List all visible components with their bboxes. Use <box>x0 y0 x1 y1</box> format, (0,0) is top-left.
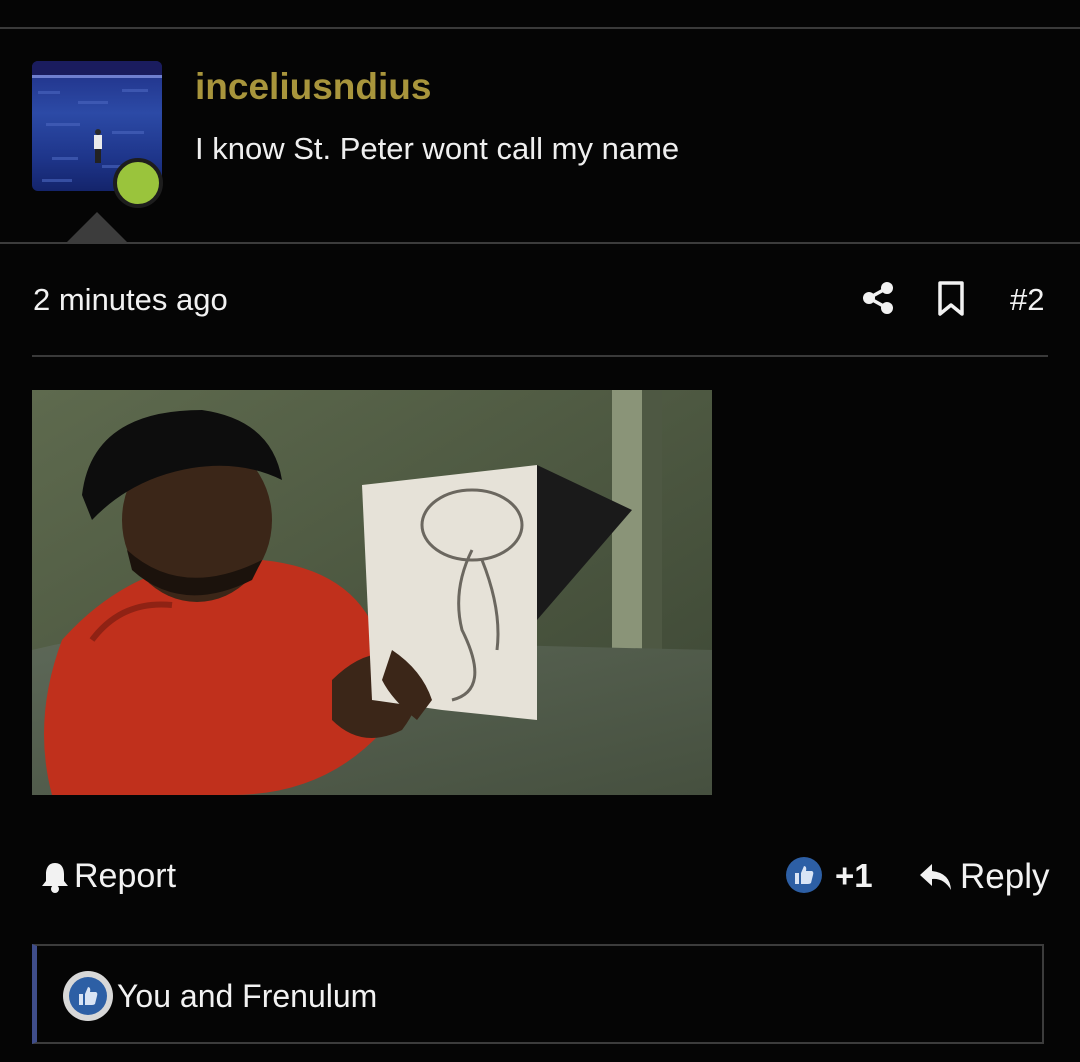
post-timestamp[interactable]: 2 minutes ago <box>33 282 228 318</box>
divider <box>0 27 1080 29</box>
reply-button[interactable]: Reply <box>918 857 1049 897</box>
reactions-summary-text[interactable]: You and Frenulum <box>117 978 377 1015</box>
divider <box>0 242 1080 244</box>
post-number-link[interactable]: #2 <box>1010 282 1044 318</box>
post-image-illustration <box>32 390 712 795</box>
reaction-count[interactable]: +1 <box>835 857 873 895</box>
forum-post: inceliusndius I know St. Peter wont call… <box>0 0 1080 1062</box>
user-title: I know St. Peter wont call my name <box>195 131 680 166</box>
report-button[interactable]: Report <box>40 857 176 896</box>
share-icon[interactable] <box>860 280 896 316</box>
avatar-pointer <box>65 212 129 244</box>
bell-icon <box>42 862 68 893</box>
thumbs-up-icon[interactable] <box>786 857 822 893</box>
report-label: Report <box>74 857 177 895</box>
reactions-summary-bar[interactable]: You and Frenulum <box>32 944 1044 1044</box>
online-status-indicator <box>113 158 163 208</box>
bookmark-icon[interactable] <box>936 280 966 318</box>
post-image[interactable] <box>32 390 712 795</box>
reply-label: Reply <box>960 857 1050 896</box>
divider <box>32 355 1048 357</box>
thumbs-up-icon <box>69 977 107 1015</box>
reaction-badge <box>63 971 113 1021</box>
reply-arrow-icon <box>920 864 951 890</box>
username-link[interactable]: inceliusndius <box>195 66 431 108</box>
